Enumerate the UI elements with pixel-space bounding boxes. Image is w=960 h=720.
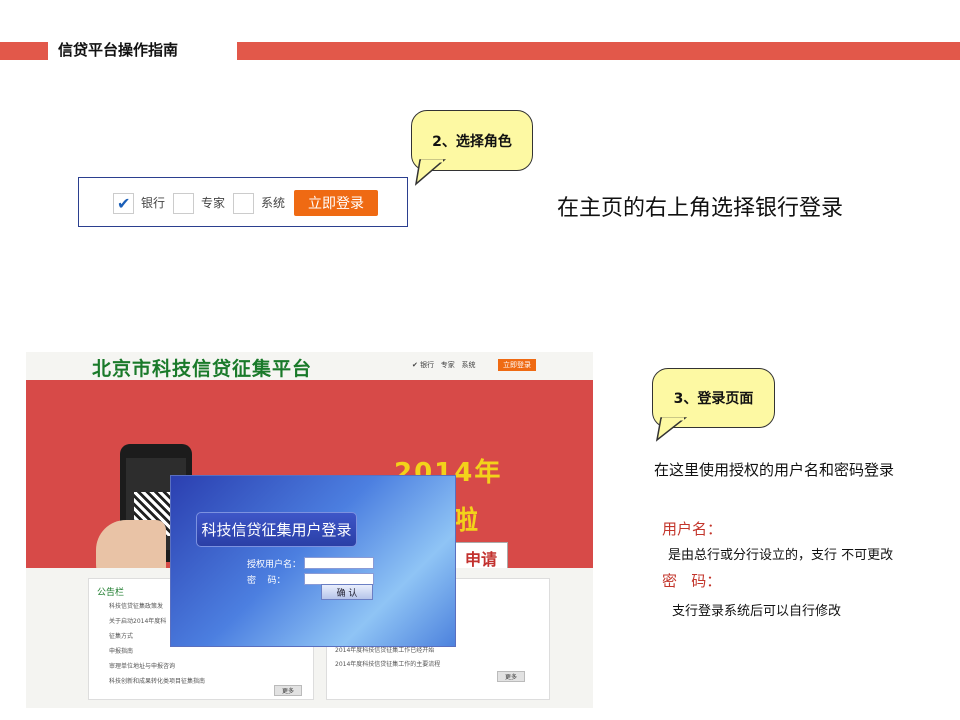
username-label: 授权用户名： [247, 560, 302, 570]
password-heading: 密 码： [662, 572, 722, 590]
notice-item[interactable]: 审理单位地址与申报咨询 [109, 661, 175, 670]
checkbox-system[interactable] [233, 193, 254, 214]
mini-role-system[interactable]: 系统 [461, 361, 475, 369]
page-title: 信贷平台操作指南 [58, 41, 179, 59]
password-description: 支行登录系统后可以自行修改 [672, 604, 842, 619]
username-input[interactable] [304, 557, 374, 569]
mini-login-button[interactable]: 立即登录 [498, 359, 536, 371]
check-icon: ✔ [412, 361, 418, 369]
header-bar-left [0, 42, 48, 60]
role-label-expert: 专家 [201, 196, 226, 210]
dialog-title: 科技信贷征集用户登录 [196, 512, 357, 547]
news-item[interactable]: 2014年度科技信贷征集工作的主要流程 [335, 659, 440, 668]
callout-login-page-text: 3、登录页面 [673, 391, 754, 407]
notice-item[interactable]: 申报指南 [109, 646, 133, 655]
login-now-button[interactable]: 立即登录 [294, 190, 378, 216]
login-page-screenshot: 北京市科技信贷征集平台 ✔ 银行 专家 系统 立即登录 2014年 啦 申请 公… [26, 352, 593, 708]
role-selector: ✔ 银行 专家 系统 立即登录 [78, 177, 408, 227]
password-label: 密 码： [247, 576, 286, 586]
notice-item[interactable]: 征集方式 [109, 631, 133, 640]
more-button[interactable]: 更多 [497, 671, 525, 682]
site-header: 北京市科技信贷征集平台 ✔ 银行 专家 系统 立即登录 [26, 352, 593, 380]
username-heading: 用户名： [662, 520, 723, 538]
checkbox-bank[interactable]: ✔ [113, 193, 134, 214]
header-bar-right [237, 42, 960, 60]
confirm-button[interactable]: 确 认 [321, 584, 373, 600]
check-icon: ✔ [117, 194, 131, 213]
login-dialog: 科技信贷征集用户登录 授权用户名： 密 码： 确 认 [170, 475, 456, 647]
mini-role-expert[interactable]: 专家 [441, 361, 455, 369]
notice-item[interactable]: 关于启动2014年度科 [109, 616, 166, 625]
role-label-system: 系统 [261, 196, 286, 210]
role-label-bank: 银行 [141, 196, 166, 210]
callout-login-page-tail [655, 417, 688, 442]
role-description: 在主页的右上角选择银行登录 [557, 196, 844, 221]
callout-select-role-text: 2、选择角色 [432, 133, 512, 150]
login-description: 在这里使用授权的用户名和密码登录 [654, 461, 895, 479]
checkbox-expert[interactable] [173, 193, 194, 214]
notice-item[interactable]: 科技信贷征集政策发 [109, 601, 163, 610]
username-description: 是由总行或分行设立的，支行 不可更改 [668, 548, 894, 563]
mini-role-bank[interactable]: 银行 [420, 361, 434, 369]
site-title: 北京市科技信贷征集平台 [92, 358, 313, 380]
notice-item[interactable]: 科技创新和成果转化类项目征集指南 [109, 676, 205, 685]
mini-role-selector: ✔ 银行 专家 系统 [412, 360, 475, 370]
notice-tag: 公告栏 [97, 588, 125, 598]
more-button[interactable]: 更多 [274, 685, 302, 696]
callout-select-role-tail [414, 159, 447, 186]
